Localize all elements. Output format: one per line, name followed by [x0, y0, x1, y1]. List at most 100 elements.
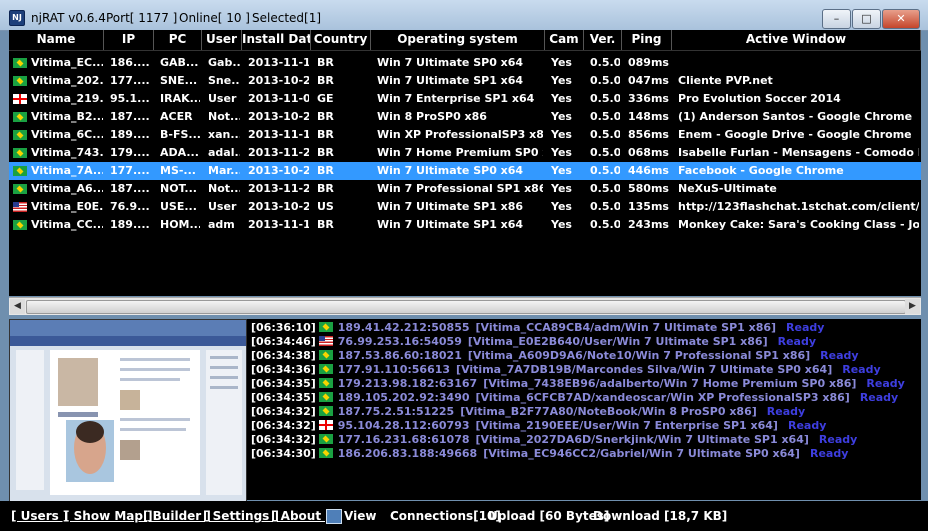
country-cell: BR	[317, 128, 334, 141]
user-cell: Gab...	[208, 56, 240, 69]
log-ip: 177.91.110:56613	[337, 363, 451, 376]
log-time: [06:34:38]	[251, 349, 316, 362]
column-header[interactable]: Operating system	[371, 30, 545, 50]
minimize-button[interactable]: –	[822, 9, 851, 29]
log-status: Ready	[820, 349, 859, 362]
user-cell: User	[208, 92, 237, 105]
os-cell: Win 8 ProSP0 x86	[377, 110, 487, 123]
log-entry[interactable]: [06:34:32] 177.16.231.68:61078 [Vitima_202…	[251, 433, 857, 447]
cam-cell: Yes	[551, 110, 572, 123]
user-cell: xan...	[208, 128, 240, 141]
active-window-cell: Monkey Cake: Sara's Cooking Class - Jogu…	[678, 218, 919, 231]
log-entry[interactable]: [06:34:35] 179.213.98.182:63167 [Vitima_74…	[251, 377, 905, 391]
show-map-link[interactable]: [ Show Map ]	[64, 509, 153, 523]
log-status: Ready	[809, 447, 849, 460]
column-header[interactable]: Ping	[622, 30, 672, 50]
column-header[interactable]: Active Window	[672, 30, 921, 50]
ping-cell: 089ms	[628, 56, 669, 69]
user-cell: adm	[208, 218, 235, 231]
port-label: Port[ 1177 ]	[106, 11, 178, 25]
flag-br-icon	[318, 322, 333, 332]
log-entry[interactable]: [06:34:36] 177.91.110:56613 [Vitima_7A7DB1…	[251, 363, 881, 377]
log-info: [Vitima_EC946CC2/Gabriel/Win 7 Ultimate …	[483, 447, 800, 460]
version-cell: 0.5.0E	[590, 200, 620, 213]
builder-link[interactable]: [ Builder ]	[143, 509, 211, 523]
name-cell: Vitima_E0E...	[31, 200, 103, 213]
table-row[interactable]: Vitima_202... 177.... SNE... Sne... 2013-10-…	[9, 72, 921, 90]
active-window-cell: Pro Evolution Soccer 2014	[678, 92, 841, 105]
log-entry[interactable]: [06:36:10] 189.41.42.212:50855 [Vitima_CCA…	[251, 321, 824, 335]
log-ip: 189.105.202.92:3490	[337, 391, 470, 404]
active-window-cell: Isabelle Furlan - Mensagens - Comodo Dra…	[678, 146, 919, 159]
flag-us-icon	[13, 202, 27, 212]
table-row[interactable]: Vitima_743... 179.... ADA... adal... 2013-11…	[9, 144, 921, 162]
version-cell: 0.5.0E	[590, 74, 620, 87]
scroll-thumb[interactable]	[26, 300, 906, 314]
column-header[interactable]: PC	[154, 30, 202, 50]
table-row[interactable]: Vitima_EC... 186.... GAB... Gab... 2013-11-1…	[9, 54, 921, 72]
title-bar[interactable]: NJ njRAT v0.6.4 Port[ 1177 ] Online[ 10 …	[0, 0, 928, 31]
table-row[interactable]: Vitima_6C... 189.... B-FS... xan... 2013-11-…	[9, 126, 921, 144]
log-ip: 187.75.2.51:51225	[337, 405, 455, 418]
table-row[interactable]: Vitima_A6... 187.... NOT... Not... 2013-11-2…	[9, 180, 921, 198]
column-header[interactable]: Country	[311, 30, 371, 50]
log-status: Ready	[818, 433, 858, 446]
log-entry[interactable]: [06:34:32] 95.104.28.112:60793 [Vitima_219…	[251, 419, 826, 433]
active-window-cell	[678, 54, 919, 72]
version-cell: 0.5.0E	[590, 182, 620, 195]
column-header[interactable]: Name	[9, 30, 104, 50]
country-cell: BR	[317, 56, 334, 69]
table-row[interactable]: Vitima_B2... 187.... ACER Not... 2013-10-25 B…	[9, 108, 921, 126]
log-time: [06:34:35]	[251, 391, 316, 404]
ip-cell: 187....	[110, 110, 150, 123]
pc-cell: GAB...	[160, 56, 199, 69]
column-header[interactable]: User	[202, 30, 242, 50]
name-cell: Vitima_219...	[31, 92, 103, 105]
os-cell: Win 7 Ultimate SP1 x64	[377, 218, 524, 231]
log-entry[interactable]: [06:34:46] 76.99.253.16:54059 [Vitima_E0E2…	[251, 335, 816, 349]
install-date-cell: 2013-10-27	[248, 74, 309, 87]
log-time: [06:34:36]	[251, 363, 316, 376]
name-cell: Vitima_EC...	[31, 56, 103, 69]
table-row[interactable]: Vitima_CC... 189.... HOM... adm 2013-11-14 BR…	[9, 216, 921, 234]
njrat-window: NJ njRAT v0.6.4 Port[ 1177 ] Online[ 10 …	[0, 0, 928, 531]
desktop-preview	[9, 319, 247, 502]
table-row-selected[interactable]: Vitima_7A... 177.... MS-... Mar... 2013-10-2…	[9, 162, 921, 180]
horizontal-scrollbar[interactable]: ◀ ▶	[9, 297, 921, 315]
table-row[interactable]: Vitima_219... 95.1... IRAK... User 2013-11-0…	[9, 90, 921, 108]
name-cell: Vitima_CC...	[31, 218, 103, 231]
scroll-left-icon[interactable]: ◀	[10, 299, 25, 314]
scroll-right-icon[interactable]: ▶	[905, 299, 920, 314]
view-label[interactable]: View	[344, 509, 376, 523]
log-ip: 187.53.86.60:18021	[337, 349, 462, 362]
name-cell: Vitima_A6...	[31, 182, 103, 195]
about-link[interactable]: [ About ]	[271, 509, 331, 523]
ping-cell: 068ms	[628, 146, 669, 159]
connection-log[interactable]: [06:36:10] 189.41.42.212:50855 [Vitima_CCA…	[247, 319, 921, 500]
pc-cell: ACER	[160, 110, 193, 123]
version-cell: 0.5.0E	[590, 128, 620, 141]
table-row[interactable]: Vitima_E0E... 76.9... USE... User 2013-10-27…	[9, 198, 921, 216]
clients-grid[interactable]: NameIPPCUserInstall DateCountryOperating…	[9, 30, 921, 296]
log-entry[interactable]: [06:34:30] 186.206.83.188:49668 [Vitima_EC…	[251, 447, 848, 461]
users-link[interactable]: [ Users ]	[11, 509, 68, 523]
name-cell: Vitima_743...	[31, 146, 103, 159]
ping-cell: 856ms	[628, 128, 669, 141]
user-cell: Not...	[208, 110, 240, 123]
ping-cell: 243ms	[628, 218, 669, 231]
column-header[interactable]: IP	[104, 30, 154, 50]
log-entry[interactable]: [06:34:38] 187.53.86.60:18021 [Vitima_A609…	[251, 349, 859, 363]
column-header[interactable]: Ver.	[584, 30, 622, 50]
close-button[interactable]: ✕	[882, 9, 920, 29]
column-header[interactable]: Install Date	[242, 30, 311, 50]
column-header[interactable]: Cam	[545, 30, 584, 50]
log-entry[interactable]: [06:34:32] 187.75.2.51:51225 [Vitima_B2F77…	[251, 405, 805, 419]
maximize-button[interactable]: □	[852, 9, 881, 29]
settings-link[interactable]: [ Settings ]	[203, 509, 279, 523]
log-time: [06:34:46]	[251, 335, 316, 348]
view-icon[interactable]	[326, 509, 342, 524]
ping-cell: 580ms	[628, 182, 669, 195]
online-label: Online[ 10 ]	[179, 11, 250, 25]
log-entry[interactable]: [06:34:35] 189.105.202.92:3490 [Vitima_6CF…	[251, 391, 898, 405]
flag-us-icon	[318, 336, 333, 346]
